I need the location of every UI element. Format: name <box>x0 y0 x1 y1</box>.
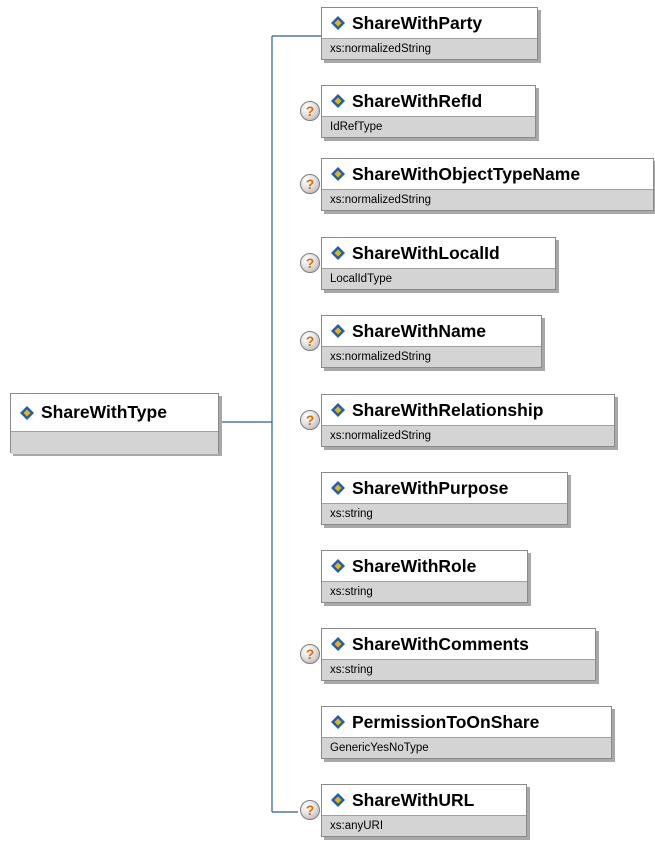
optional-question-icon: ? <box>300 410 320 430</box>
element-type: xs:normalizedString <box>322 38 537 59</box>
element-diamond-icon <box>331 637 345 651</box>
element-type: xs:normalizedString <box>322 425 614 446</box>
optional-question-icon: ? <box>300 174 320 194</box>
element-type: IdRefType <box>322 116 535 137</box>
element-box-11[interactable]: ShareWithURL xs:anyURI <box>321 784 527 837</box>
element-diamond-icon <box>331 167 345 181</box>
element-type: LocalIdType <box>322 268 555 289</box>
element-box-9[interactable]: ShareWithComments xs:string <box>321 628 596 681</box>
element-diamond-icon <box>331 481 345 495</box>
element-header: ShareWithParty <box>322 8 537 38</box>
element-header: ShareWithRole <box>322 551 527 581</box>
element-type: xs:string <box>322 503 567 524</box>
element-box-5[interactable]: ShareWithName xs:normalizedString <box>321 315 542 368</box>
element-header: ShareWithRefId <box>322 86 535 116</box>
element-header: ShareWithObjectTypeName <box>322 159 653 189</box>
element-name: PermissionToOnShare <box>352 711 540 732</box>
element-box-1[interactable]: ShareWithParty xs:normalizedString <box>321 7 538 60</box>
root-type-band <box>11 431 218 454</box>
element-box-3[interactable]: ShareWithObjectTypeName xs:normalizedStri… <box>321 158 654 211</box>
element-header: ShareWithURL <box>322 785 526 815</box>
element-type: GenericYesNoType <box>322 737 611 758</box>
element-name: ShareWithRelationship <box>352 399 544 420</box>
element-diamond-icon <box>331 793 345 807</box>
element-box-8[interactable]: ShareWithRole xs:string <box>321 550 528 603</box>
element-name: ShareWithLocalId <box>352 242 500 263</box>
element-name: ShareWithRole <box>352 555 477 576</box>
element-type: xs:anyURI <box>322 815 526 836</box>
element-name: ShareWithName <box>352 320 487 341</box>
element-header: ShareWithName <box>322 316 541 346</box>
optional-question-icon: ? <box>300 101 320 121</box>
optional-question-icon: ? <box>300 800 320 820</box>
element-name: ShareWithURL <box>352 789 475 810</box>
optional-question-icon: ? <box>300 644 320 664</box>
element-name: ShareWithComments <box>352 633 529 654</box>
element-name: ShareWithRefId <box>352 90 483 111</box>
element-type: xs:normalizedString <box>322 346 541 367</box>
element-name: ShareWithParty <box>352 12 483 33</box>
optional-question-icon: ? <box>300 331 320 351</box>
element-type: xs:normalizedString <box>322 189 653 210</box>
element-box-2[interactable]: ShareWithRefId IdRefType <box>321 85 536 138</box>
element-header: ShareWithComments <box>322 629 595 659</box>
element-diamond-icon <box>331 559 345 573</box>
element-diamond-icon <box>331 94 345 108</box>
element-diamond-icon <box>331 715 345 729</box>
element-box-6[interactable]: ShareWithRelationship xs:normalizedString <box>321 394 615 447</box>
root-element-name: ShareWithType <box>41 402 167 422</box>
element-diamond-icon <box>331 246 345 260</box>
element-type: xs:string <box>322 581 527 602</box>
element-box-4[interactable]: ShareWithLocalId LocalIdType <box>321 237 556 290</box>
optional-question-icon: ? <box>300 253 320 273</box>
element-box-7[interactable]: ShareWithPurpose xs:string <box>321 472 568 525</box>
element-diamond-icon <box>20 405 34 420</box>
element-diamond-icon <box>331 16 345 30</box>
element-diamond-icon <box>331 403 345 417</box>
root-element-box[interactable]: ShareWithType <box>10 393 219 454</box>
element-header: ShareWithRelationship <box>322 395 614 425</box>
element-type: xs:string <box>322 659 595 680</box>
element-name: ShareWithObjectTypeName <box>352 163 581 184</box>
element-header: ShareWithPurpose <box>322 473 567 503</box>
element-box-10[interactable]: PermissionToOnShare GenericYesNoType <box>321 706 612 759</box>
element-header: PermissionToOnShare <box>322 707 611 737</box>
element-name: ShareWithPurpose <box>352 477 509 498</box>
element-header: ShareWithLocalId <box>322 238 555 268</box>
element-diamond-icon <box>331 324 345 338</box>
